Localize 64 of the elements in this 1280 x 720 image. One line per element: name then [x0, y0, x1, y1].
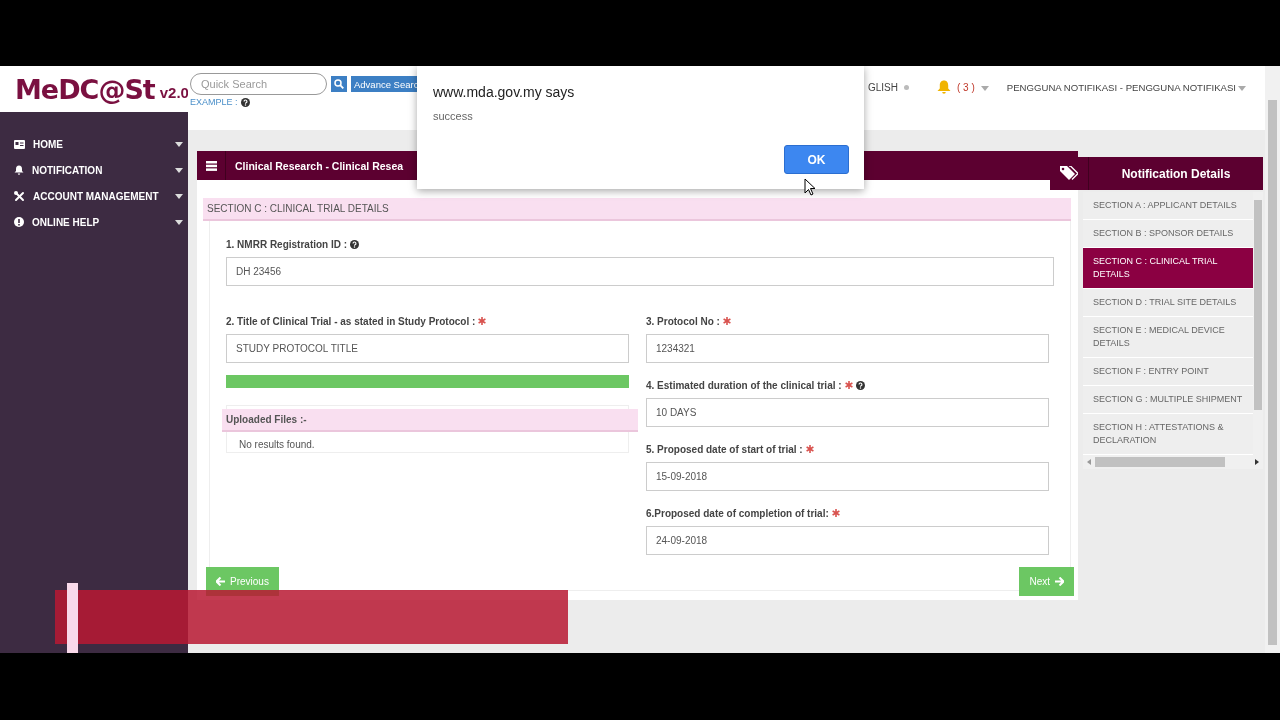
uploaded-files-header: Uploaded Files :- [222, 409, 638, 432]
section-link[interactable]: SECTION H : ATTESTATIONS & DECLARATION [1083, 414, 1253, 455]
alert-icon [14, 217, 24, 227]
section-link[interactable]: SECTION F : ENTRY POINT [1083, 358, 1253, 386]
panel-title: Clinical Research - Clinical Resea [235, 159, 404, 172]
tags-icon [1060, 166, 1078, 181]
caret-icon [1238, 85, 1246, 91]
field-label: 2. Title of Clinical Trial - as stated in Study Protocol : [226, 315, 476, 327]
sidebar-item[interactable]: HOME [0, 131, 188, 157]
arrow-right-icon [1055, 577, 1064, 586]
scrollbar[interactable] [1253, 192, 1263, 455]
field-label: 4. Estimated duration of the clinical trial : [646, 379, 842, 391]
arrow-left-icon [216, 577, 225, 586]
section-link[interactable]: SECTION A : APPLICANT DETAILS [1083, 192, 1253, 220]
text-field[interactable]: STUDY PROTOCOL TITLE [226, 334, 629, 363]
search-button[interactable] [331, 76, 347, 92]
help-icon [240, 97, 250, 107]
section-link[interactable]: SECTION D : TRIAL SITE DETAILS [1083, 289, 1253, 317]
language-selector[interactable]: GLISH [868, 81, 898, 93]
field-label: 6.Proposed date of completion of trial: [646, 507, 829, 519]
caret-icon [175, 219, 183, 225]
logo: MeDC@St [15, 73, 155, 105]
sidebar-item[interactable]: NOTIFICATION [0, 157, 188, 183]
tools-icon [14, 190, 25, 202]
text-field[interactable]: 1234321 [646, 334, 1049, 363]
scroll-right-icon[interactable] [1255, 459, 1259, 465]
caret-icon [980, 85, 989, 91]
section-link[interactable]: SECTION B : SPONSOR DETAILS [1083, 220, 1253, 248]
example-link[interactable]: EXAMPLE : [190, 97, 238, 107]
ok-button[interactable]: OK [784, 145, 849, 174]
scrollbar[interactable] [1083, 455, 1263, 469]
caret-icon [175, 141, 183, 147]
list-icon [205, 160, 217, 171]
bell-icon[interactable] [937, 79, 951, 95]
text-field[interactable]: 10 DAYS [646, 398, 1049, 427]
caret-icon [175, 193, 183, 199]
section-link[interactable]: SECTION G : MULTIPLE SHIPMENT [1083, 386, 1253, 414]
section-link[interactable]: SECTION C : CLINICAL TRIAL DETAILS [1083, 248, 1253, 289]
id-card-icon [14, 139, 25, 149]
details-title: Notification Details [1120, 166, 1232, 181]
accent-bar [67, 583, 78, 653]
search-icon [334, 79, 344, 89]
section-header: SECTION C : CLINICAL TRIAL DETAILS [203, 198, 1071, 221]
sidebar-item[interactable]: ACCOUNT MANAGEMENT [0, 183, 188, 209]
text-field[interactable]: 15-09-2018 [646, 462, 1049, 491]
scrollbar[interactable] [1265, 66, 1280, 653]
caret-icon [175, 167, 183, 173]
sidebar-item[interactable]: ONLINE HELP [0, 209, 188, 235]
field-label: 5. Proposed date of start of trial : [646, 443, 803, 455]
field-label: 1. NMRR Registration ID : [226, 238, 348, 250]
text-field[interactable]: DH 23456 [226, 257, 1054, 286]
dialog-title: www.mda.gov.my says [433, 84, 576, 100]
field-label: 3. Protocol No : [646, 315, 720, 327]
user-menu[interactable]: PENGGUNA NOTIFIKASI - PENGGUNA NOTIFIKASI [1006, 81, 1236, 93]
notification-count[interactable]: ( 3 ) [957, 81, 975, 93]
logo-version: v2.0 [159, 83, 189, 101]
section-link[interactable]: SECTION E : MEDICAL DEVICE DETAILS [1083, 317, 1253, 358]
empty-message: No results found. [238, 438, 316, 452]
status-dot [904, 84, 909, 90]
bell-icon [14, 165, 24, 175]
search-field[interactable]: Quick Search [190, 73, 327, 95]
scroll-left-icon[interactable] [1087, 459, 1091, 465]
dialog-message: success [433, 110, 474, 122]
text-field[interactable]: 24-09-2018 [646, 526, 1049, 555]
